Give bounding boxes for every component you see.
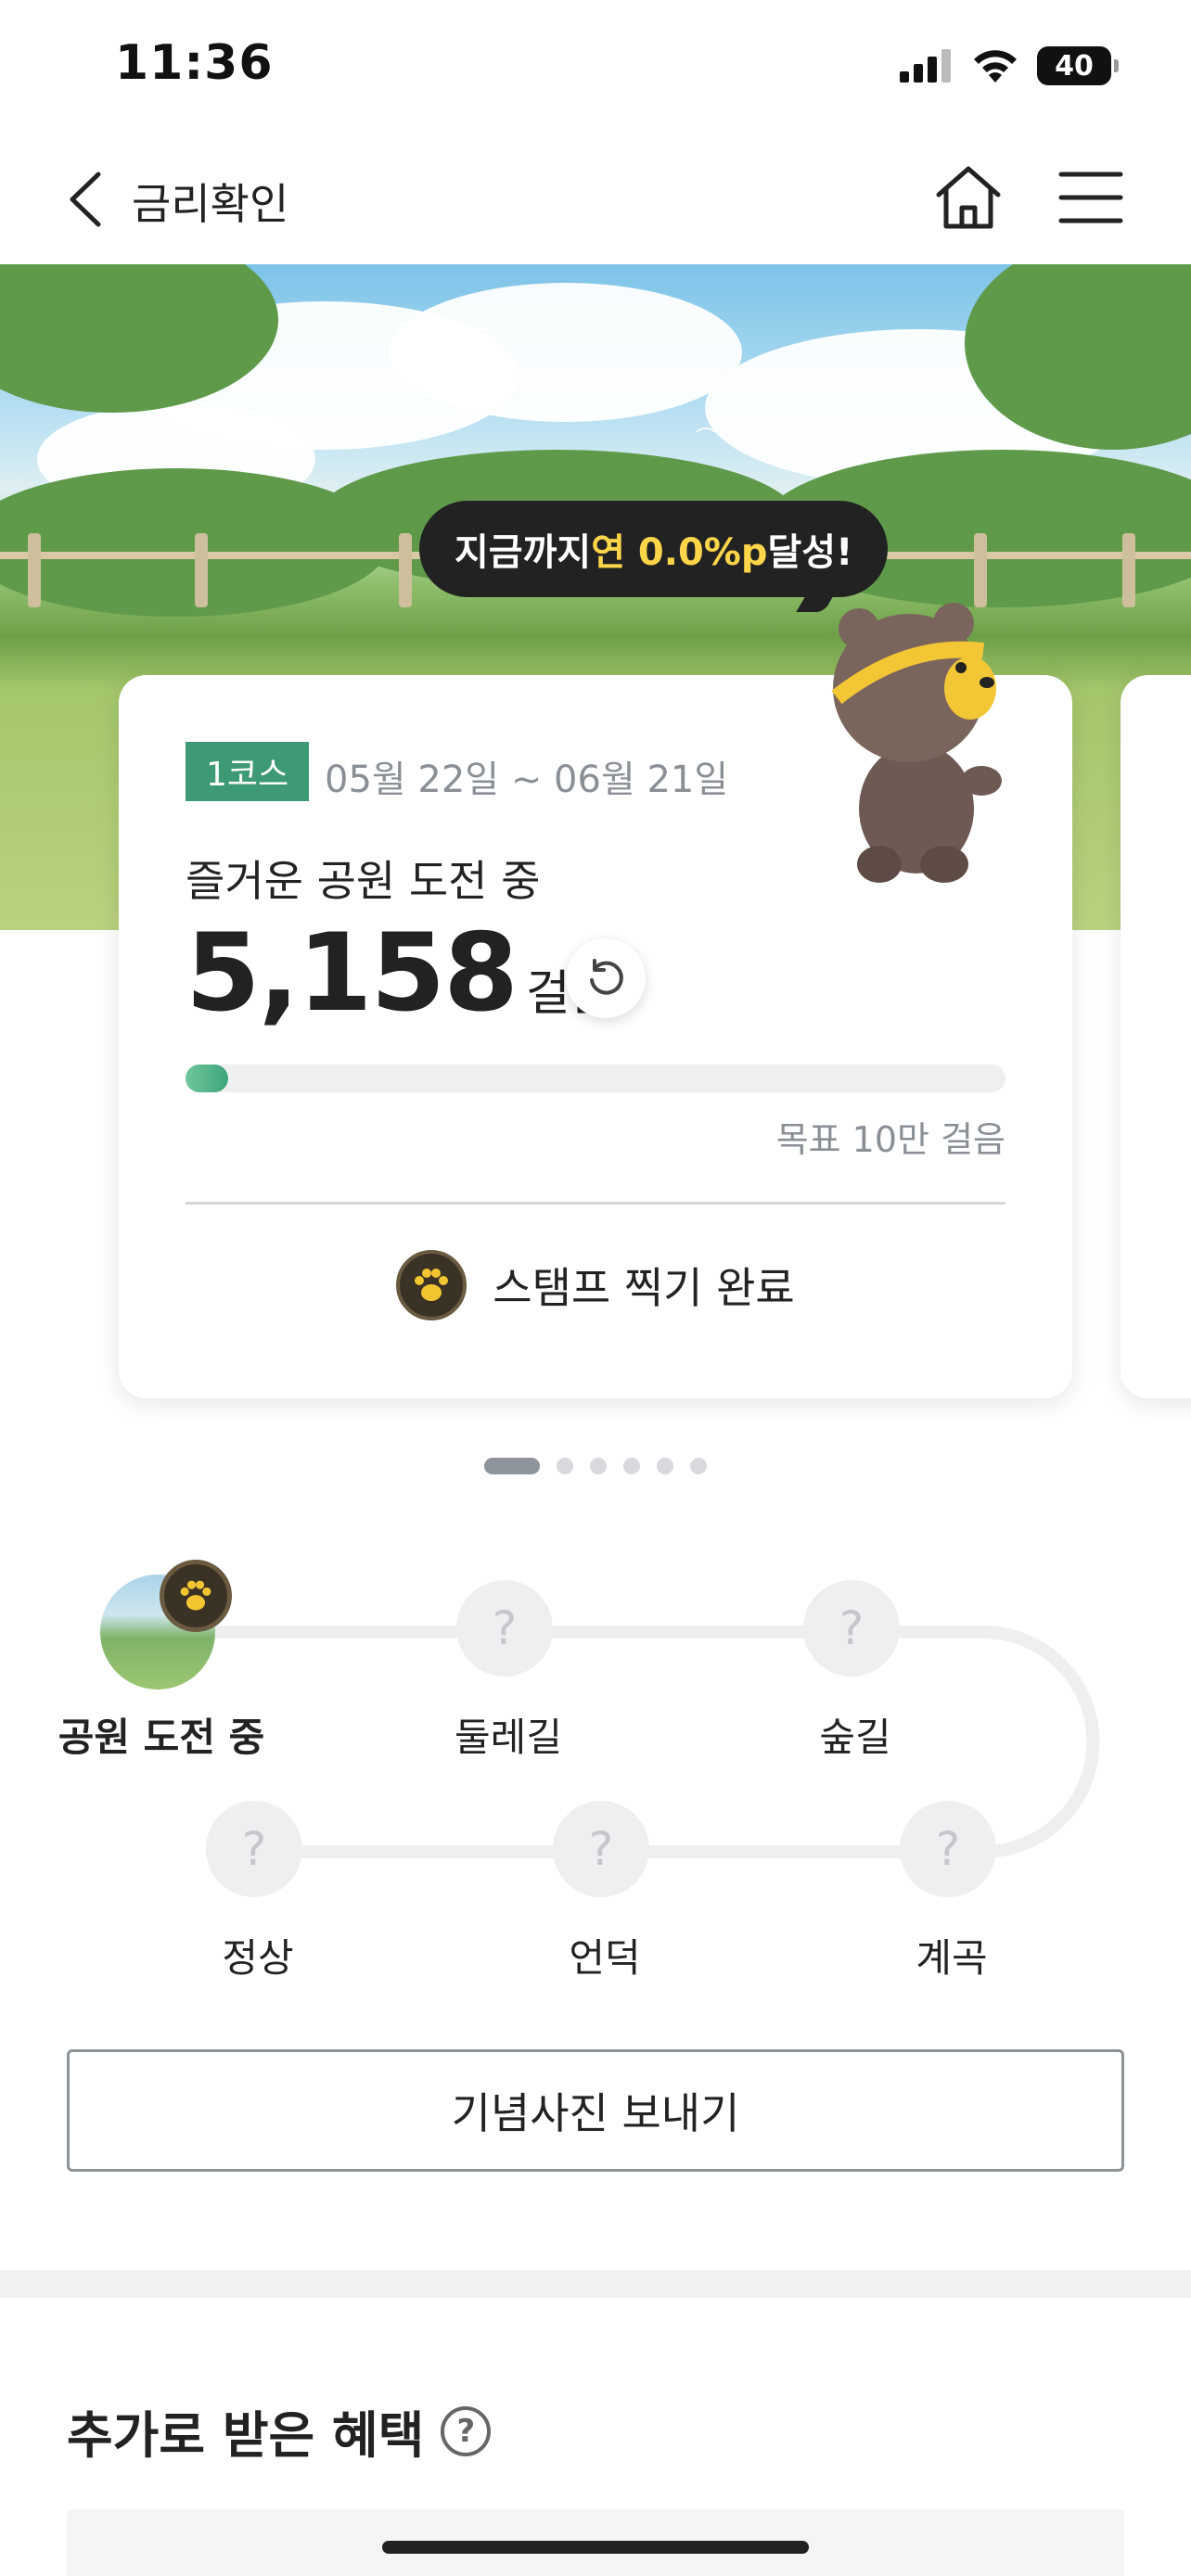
course-label-summit: 정상 bbox=[222, 1935, 294, 1981]
bubble-rate: 연 0.0%p bbox=[591, 531, 768, 574]
bird: ⌒ bbox=[390, 335, 411, 358]
fence-post bbox=[195, 533, 208, 607]
step-progress-bar bbox=[186, 1065, 1005, 1092]
challenge-status: 즐거운 공원 도전 중 bbox=[186, 856, 541, 906]
battery-indicator: 40 bbox=[1037, 46, 1119, 85]
course-node-hill[interactable]: ? bbox=[553, 1801, 649, 1897]
step-goal: 목표 10만 걸음 bbox=[775, 1119, 1005, 1160]
course-label-forest: 숲길 bbox=[819, 1715, 891, 1760]
home-indicator[interactable] bbox=[382, 2541, 809, 2554]
refresh-button[interactable] bbox=[566, 938, 646, 1018]
pagination-dot[interactable] bbox=[690, 1458, 707, 1474]
course-node-forest[interactable]: ? bbox=[803, 1580, 900, 1677]
achievement-bubble: 지금까지 연 0.0%p 달성! bbox=[419, 501, 889, 597]
home-icon[interactable] bbox=[931, 161, 1005, 236]
divider bbox=[186, 1202, 1005, 1205]
fence-post bbox=[1122, 533, 1135, 607]
cloud bbox=[390, 283, 742, 422]
bird: ⌒ bbox=[631, 385, 652, 408]
status-icons: 40 bbox=[900, 46, 1119, 85]
fence-post bbox=[28, 533, 41, 607]
bird: ⌒ bbox=[538, 377, 559, 401]
bird: ⌒ bbox=[473, 327, 494, 351]
bird: ⌒ bbox=[442, 370, 463, 393]
course-label-park: 공원 도전 중 bbox=[58, 1715, 265, 1760]
bear-mascot bbox=[831, 603, 1002, 883]
signal-icon bbox=[900, 49, 951, 83]
course-node-valley[interactable]: ? bbox=[900, 1801, 996, 1897]
stamp-label: 스탬프 찍기 완료 bbox=[493, 1263, 795, 1313]
course-label-hill: 언덕 bbox=[569, 1935, 641, 1981]
course-label-dulle-gil: 둘레길 bbox=[455, 1715, 562, 1760]
card-pagination[interactable] bbox=[0, 1458, 1191, 1474]
benefits-title: 추가로 받은 혜택 bbox=[67, 2406, 425, 2465]
pagination-dot[interactable] bbox=[623, 1458, 640, 1474]
stamp-status: 스탬프 찍기 완료 bbox=[119, 1250, 1072, 1320]
section-divider bbox=[0, 2270, 1191, 2298]
step-progress-fill bbox=[186, 1065, 228, 1092]
pagination-dot[interactable] bbox=[484, 1458, 540, 1474]
course-period: 05월 22일 ~ 06월 21일 bbox=[325, 759, 729, 801]
fence-post bbox=[399, 533, 412, 607]
pagination-dot[interactable] bbox=[657, 1458, 673, 1474]
benefits-heading: 추가로 받은 혜택 ? bbox=[67, 2394, 492, 2468]
help-icon[interactable]: ? bbox=[441, 2405, 492, 2456]
pagination-dot[interactable] bbox=[590, 1458, 607, 1474]
bird: ⌒ bbox=[696, 427, 717, 451]
paw-icon bbox=[160, 1560, 232, 1632]
back-icon[interactable] bbox=[63, 167, 109, 232]
status-bar: 11:36 40 bbox=[0, 0, 1191, 130]
course-label-valley: 계곡 bbox=[916, 1935, 988, 1981]
send-photo-button[interactable]: 기념사진 보내기 bbox=[67, 2049, 1124, 2172]
steps-value: 5,158 bbox=[186, 911, 519, 1036]
battery-level: 40 bbox=[1055, 49, 1094, 83]
wifi-icon bbox=[974, 50, 1017, 83]
course-node-summit[interactable]: ? bbox=[206, 1801, 302, 1897]
course-badge: 1코스 bbox=[186, 742, 310, 801]
pagination-dot[interactable] bbox=[557, 1458, 573, 1474]
refresh-icon bbox=[590, 959, 623, 995]
menu-icon[interactable] bbox=[1057, 167, 1124, 228]
status-time: 11:36 bbox=[115, 35, 274, 91]
course-node-dulle-gil[interactable]: ? bbox=[456, 1580, 553, 1677]
step-count: 5,158 걸음 bbox=[186, 911, 615, 1036]
nav-bar: 금리확인 bbox=[0, 130, 1191, 264]
bubble-prefix: 지금까지 bbox=[455, 531, 592, 574]
course-map: ? ? ? ? ? 공원 도전 중 둘레길 숲길 계곡 언덕 정상 bbox=[0, 1521, 1191, 1984]
page-title: 금리확인 bbox=[132, 179, 289, 229]
bubble-suffix: 달성! bbox=[767, 531, 853, 574]
next-course-card[interactable] bbox=[1121, 675, 1191, 1398]
paw-icon bbox=[396, 1250, 467, 1320]
